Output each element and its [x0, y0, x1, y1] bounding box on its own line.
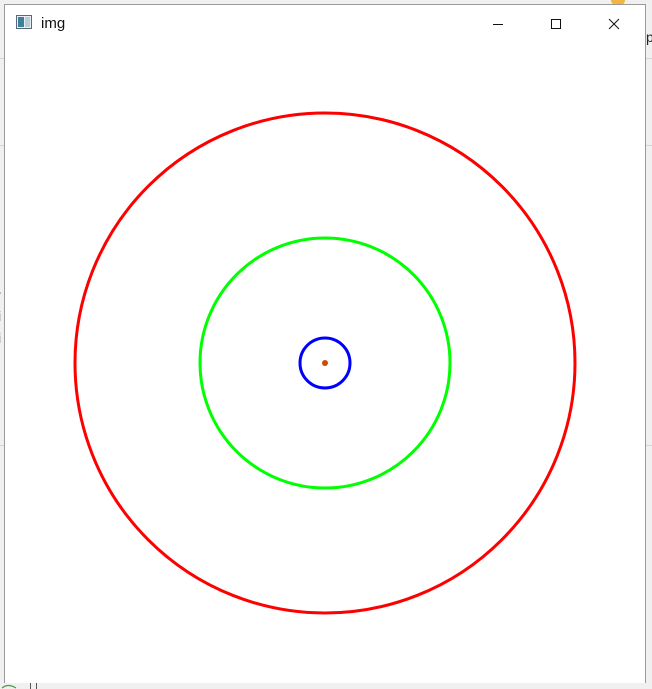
- image-window: img: [4, 4, 646, 683]
- background-divider: [646, 145, 652, 146]
- image-canvas: [5, 43, 645, 683]
- minimize-icon: [493, 24, 503, 25]
- background-text-fragment: i: [0, 309, 1, 323]
- window-title: img: [41, 15, 66, 32]
- background-divider: [646, 58, 652, 59]
- minimize-button[interactable]: [475, 5, 521, 43]
- close-button[interactable]: [591, 5, 637, 43]
- background-text-fragment: i: [0, 331, 1, 345]
- center-dot: [322, 360, 328, 366]
- background-text-fragment: r: [0, 288, 1, 302]
- maximize-button[interactable]: [533, 5, 579, 43]
- app-icon: [16, 15, 32, 29]
- background-divider: [646, 445, 652, 446]
- background-text-fragment: p: [646, 29, 652, 45]
- title-bar[interactable]: img: [5, 5, 645, 43]
- maximize-icon: [551, 19, 561, 29]
- close-icon: [608, 18, 620, 30]
